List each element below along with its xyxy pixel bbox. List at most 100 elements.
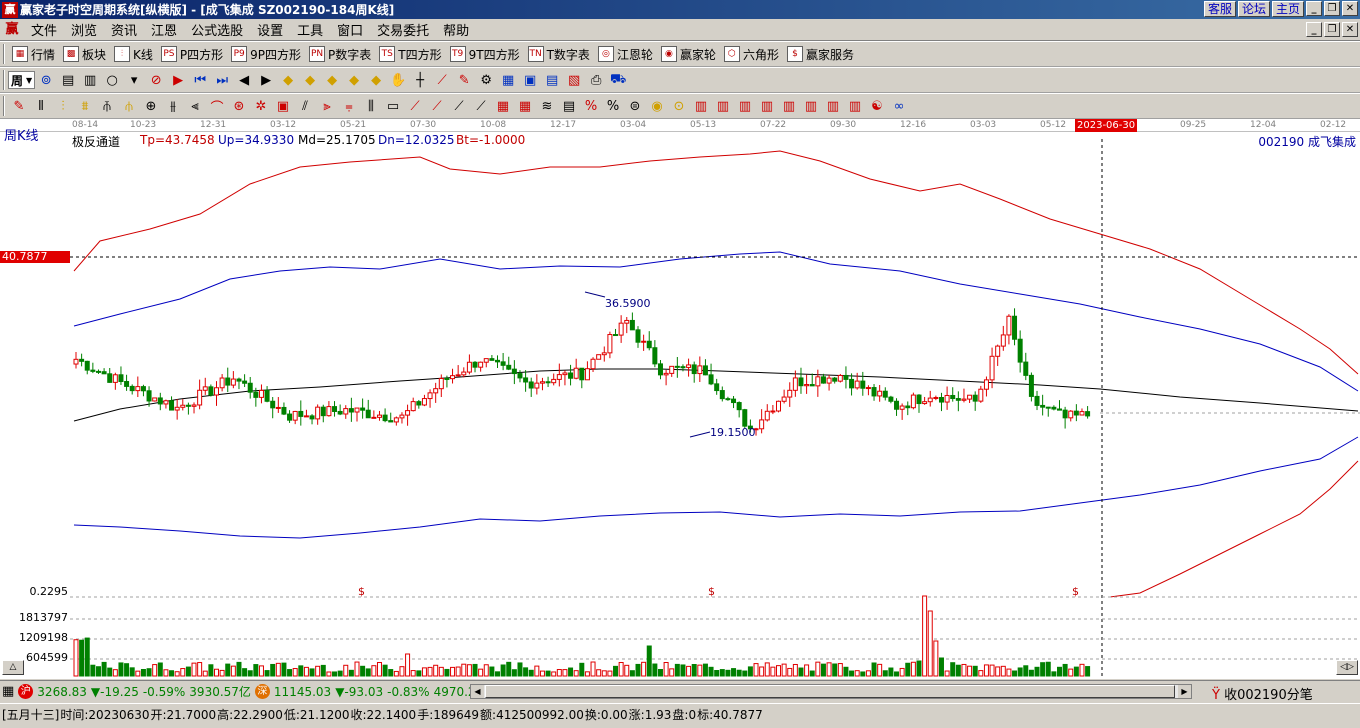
line8-icon[interactable]: ⫽ [294,95,316,117]
refresh-icon[interactable]: ⊚ [35,69,57,91]
gold-icon[interactable]: ⊙ [668,95,690,117]
homepage-link[interactable]: 主页 [1271,1,1304,17]
coin-icon[interactable]: ◉ [646,95,668,117]
line10-icon[interactable]: ⩦ [338,95,360,117]
chart3-icon[interactable]: ▥ [734,95,756,117]
line7-icon[interactable]: ⫷ [184,95,206,117]
child-minimize-icon[interactable]: _ [1306,22,1322,37]
chart7-icon[interactable]: ▥ [822,95,844,117]
grid2-icon[interactable]: ▦ [492,95,514,117]
line2-icon[interactable]: ⫶ [52,95,74,117]
toolbar-button-4[interactable]: P9 9P四方形 [227,43,305,65]
menu-browse[interactable]: 浏览 [64,20,104,39]
line5-icon[interactable]: ⫛ [118,95,140,117]
box-icon[interactable]: ▣ [272,95,294,117]
menu-settings[interactable]: 设置 [250,20,290,39]
yinyang-icon[interactable]: ☯ [866,95,888,117]
menu-window[interactable]: 窗口 [330,20,370,39]
zoom-in-button[interactable]: △ [2,660,24,675]
service-link[interactable]: 客服 [1203,1,1236,17]
last-icon[interactable]: ⏭ [211,69,233,91]
diamond4-icon[interactable]: ◆ [343,69,365,91]
menu-gann[interactable]: 江恩 [144,20,184,39]
chart-icon[interactable]: ▥ [690,95,712,117]
right-icon[interactable]: ▶ [255,69,277,91]
chart8-icon[interactable]: ▥ [844,95,866,117]
slope-icon[interactable]: ⟋ [470,95,492,117]
pen-icon[interactable]: ✎ [453,69,475,91]
diamond2-icon[interactable]: ◆ [299,69,321,91]
restore-icon[interactable]: ❐ [1324,1,1340,16]
toolbar-button-5[interactable]: PN P数字表 [305,43,375,65]
chart2-icon[interactable]: ▥ [712,95,734,117]
menu-formula[interactable]: 公式选股 [184,20,250,39]
draw-icon[interactable]: ✎ [8,95,30,117]
no-icon[interactable]: ⊘ [145,69,167,91]
toolbar-button-12[interactable]: $ 赢家服务 [783,43,858,65]
percent-symbol-icon[interactable]: % [580,95,602,117]
target-icon[interactable]: ⊛ [228,95,250,117]
fan-icon[interactable]: ⟋ [431,69,453,91]
arrow-down-icon[interactable]: ▾ [123,69,145,91]
scroll-left-icon[interactable]: ◀ [471,685,484,698]
toolbar-button-3[interactable]: PS P四方形 [157,43,227,65]
toolbar-button-2[interactable]: ⫶ K线 [110,43,157,65]
toolbar-button-1[interactable]: ▩ 板块 [59,43,110,65]
diamond1-icon[interactable]: ◆ [277,69,299,91]
kline-chart[interactable] [0,119,1360,679]
menu-logo-icon[interactable]: 赢 [4,22,20,38]
menu-help[interactable]: 帮助 [436,20,476,39]
table-icon[interactable]: ▤ [541,69,563,91]
truck-icon[interactable]: ⛟ [607,69,629,91]
line11-icon[interactable]: ⫼ [360,95,382,117]
title-bar[interactable]: 赢 赢家老子时空周期系统[纵横版] - [成飞集成 SZ002190-184周K… [0,0,1360,19]
forum-link[interactable]: 论坛 [1237,1,1270,17]
line9-icon[interactable]: ⫸ [316,95,338,117]
ellipse-icon[interactable]: ⊜ [624,95,646,117]
line4-icon[interactable]: ⫚ [96,95,118,117]
grid-icon[interactable]: ▦ [0,684,16,699]
child-close-icon[interactable]: ✕ [1342,22,1358,37]
fan3-icon[interactable]: ⟋ [426,95,448,117]
rect-icon[interactable]: ▭ [382,95,404,117]
wave-icon[interactable]: ≋ [536,95,558,117]
line1-icon[interactable]: ⫴ [30,95,52,117]
tick-detail-button[interactable]: Ÿ 收002190分笔 [1212,684,1313,703]
menu-news[interactable]: 资讯 [104,20,144,39]
diamond5-icon[interactable]: ◆ [365,69,387,91]
zoom-out-button[interactable]: ◁▷ [1336,660,1358,675]
toolbar-button-8[interactable]: TN T数字表 [524,43,594,65]
scroll-right-icon[interactable]: ▶ [1178,685,1191,698]
horizontal-scrollbar[interactable]: ◀ ▶ [470,684,1192,699]
gear-icon[interactable]: ⚙ [475,69,497,91]
grid3-icon[interactable]: ▦ [514,95,536,117]
star-icon[interactable]: ✲ [250,95,272,117]
calc-icon[interactable]: ▣ [519,69,541,91]
page-icon[interactable]: ▥ [79,69,101,91]
line3-icon[interactable]: ⩩ [74,95,96,117]
cross-icon[interactable]: ┼ [409,69,431,91]
chart4-icon[interactable]: ▥ [756,95,778,117]
hand-icon[interactable]: ✋ [387,69,409,91]
flag-icon[interactable]: ▶ [167,69,189,91]
table2-icon[interactable]: ▤ [558,95,580,117]
period-select[interactable]: 周 ▼ [8,71,36,89]
diamond3-icon[interactable]: ◆ [321,69,343,91]
fan2-icon[interactable]: ⟋ [404,95,426,117]
infinity-icon[interactable]: ∞ [888,95,910,117]
menu-tools[interactable]: 工具 [290,20,330,39]
child-restore-icon[interactable]: ❐ [1324,22,1340,37]
toolbar-button-10[interactable]: ◉ 赢家轮 [657,43,720,65]
chart5-icon[interactable]: ▥ [778,95,800,117]
arc-icon[interactable]: ⌒ [206,95,228,117]
close-icon[interactable]: ✕ [1342,1,1358,16]
toolbar-button-9[interactable]: ◎ 江恩轮 [594,43,657,65]
left-icon[interactable]: ◀ [233,69,255,91]
menu-trade[interactable]: 交易委托 [370,20,436,39]
toolbar-button-11[interactable]: ⬡ 六角形 [720,43,783,65]
first-icon[interactable]: ⏮ [189,69,211,91]
kline-chart-area[interactable]: 08-14 10-23 12-31 03-12 05-21 07-30 10-08 12-17… [0,119,1360,679]
print-icon[interactable]: ⎙ [585,69,607,91]
toolbar-button-7[interactable]: T9 9T四方形 [446,43,524,65]
menu-file[interactable]: 文件 [24,20,64,39]
